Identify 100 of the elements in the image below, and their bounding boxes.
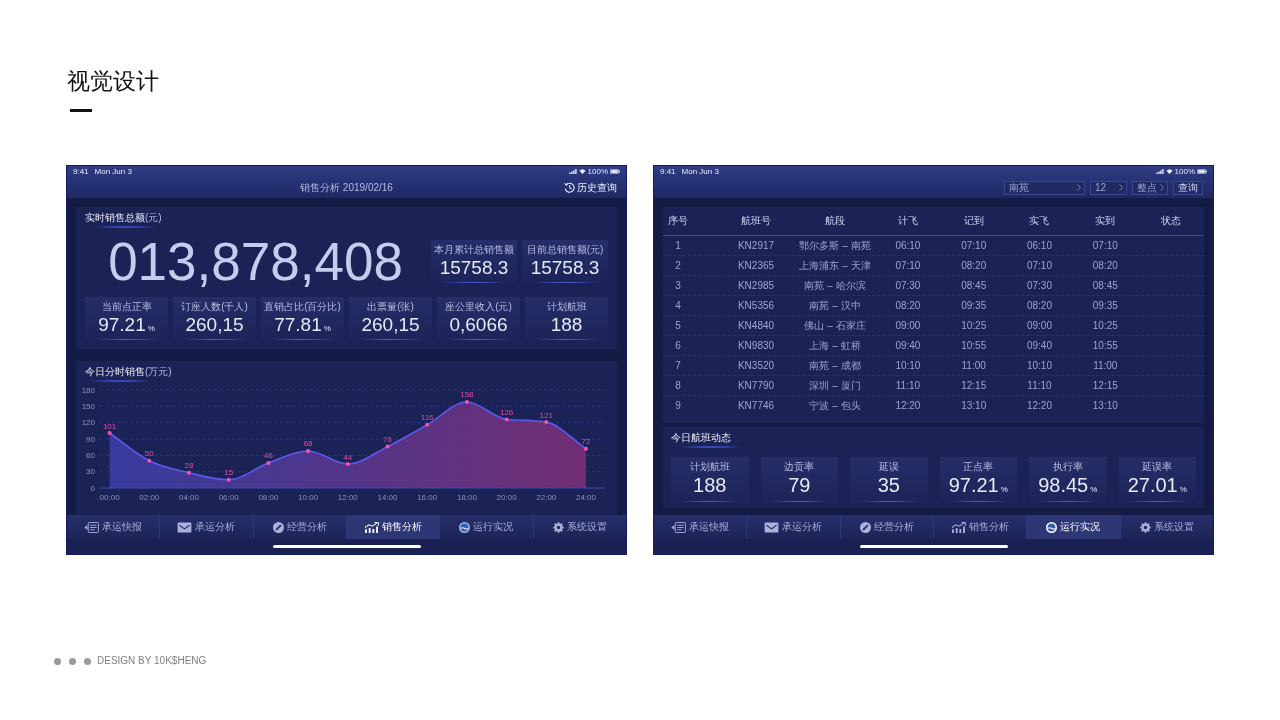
percent-sign: % [147, 323, 155, 335]
table-cell: 12:15 [1092, 379, 1118, 392]
table-cell: 5 [675, 319, 681, 332]
table-cell: 深圳 – 厦门 [809, 379, 861, 392]
kpi-label: 计划航班 [689, 461, 730, 473]
kpi-label: 出票量 [367, 301, 398, 313]
data-point [147, 458, 152, 463]
kpi-unit: (张) [397, 301, 414, 313]
percent-sign: % [1090, 484, 1098, 496]
column-header: 航班号 [741, 215, 771, 227]
table-cell: 08:45 [1092, 279, 1118, 292]
percent-sign: % [1000, 484, 1008, 496]
table-cell: 08:20 [1092, 259, 1118, 272]
axis-label: 180 [81, 385, 95, 395]
tab[interactable]: 承运快报 [654, 515, 747, 539]
battery-percent: 100% [587, 166, 608, 177]
kpi-value: 15758.3 [439, 256, 509, 279]
table-cell: 07:10 [961, 239, 987, 252]
table-cell: 12:15 [961, 379, 987, 392]
signal-icon [568, 169, 577, 174]
axis-label: 0 [90, 483, 95, 493]
kpi-label: 当前点正率 [101, 301, 152, 313]
query-button[interactable]: 查询 [1173, 180, 1203, 195]
kpi-value: 98.45 [1038, 473, 1089, 498]
kpi-value: 79 [788, 473, 811, 498]
dots-icon [54, 657, 91, 665]
data-point [345, 462, 350, 467]
column-header: 计飞 [897, 215, 918, 227]
table-cell: 4 [675, 299, 681, 312]
table-cell: 上海 – 虹桥 [809, 339, 861, 352]
kpi-label: 延误 [878, 461, 899, 473]
card-title: 实时销售总额 [85, 211, 145, 225]
axis-label: 10:00 [298, 493, 319, 502]
table-cell: 09:40 [1026, 339, 1052, 352]
tab[interactable]: 承运快报 [67, 515, 160, 539]
kpi-value: 188 [550, 313, 583, 336]
axis-label: 06:00 [218, 493, 239, 502]
battery-icon [610, 169, 620, 174]
settings-icon [552, 521, 564, 533]
table-cell: 09:40 [895, 339, 921, 352]
axis-label: 14:00 [377, 493, 398, 502]
axis-label: 18:00 [456, 493, 477, 502]
table-cell: 08:20 [895, 299, 921, 312]
axis-label: 120 [81, 418, 95, 428]
signal-icon [1155, 169, 1164, 174]
table-cell: 13:10 [961, 400, 987, 412]
dropdown[interactable]: 整点 [1132, 180, 1168, 195]
kpi-value: 77.81 [274, 313, 322, 336]
table-cell: 佛山 – 石家庄 [804, 319, 866, 332]
kpi-value: 27.01 [1127, 473, 1178, 498]
chevron-icon [1119, 184, 1123, 191]
card-unit: (元) [145, 211, 162, 225]
column-header: 序号 [668, 215, 688, 227]
status-time: 9:41 [73, 166, 89, 177]
kpi-value: 97.21 [948, 473, 999, 498]
history-button[interactable]: 历史查询 [564, 181, 617, 194]
data-point [187, 470, 191, 475]
dropdown[interactable]: 12 [1090, 180, 1127, 195]
tab[interactable]: 销售分析 [346, 515, 440, 539]
axis-label: 22:00 [536, 493, 557, 502]
table-cell: 12:20 [895, 400, 921, 412]
data-label: 76 [383, 435, 392, 445]
kpi-label: 座公里收入 [445, 301, 496, 313]
column-header: 实飞 [1029, 215, 1050, 227]
data-label: 15 [224, 468, 234, 478]
kpi-unit: (百分比) [304, 301, 341, 313]
table-cell: 10:55 [961, 339, 987, 352]
table-cell: 08:20 [1026, 299, 1052, 312]
bar-chart-icon [364, 521, 380, 533]
table-cell: KN2985 [737, 279, 775, 292]
table-cell: 鄂尔多斯 – 南苑 [799, 239, 871, 252]
column-header: 航段 [825, 215, 845, 227]
page-title: 视觉设计 [67, 68, 159, 94]
table-cell: 南苑 – 哈尔滨 [804, 279, 866, 292]
nav-title: 销售分析 2019/02/16 [300, 181, 393, 194]
table-cell: 南苑 – 成都 [809, 359, 861, 372]
card-title: 今日航班动态 [671, 431, 731, 445]
kpi-value: 260,15 [361, 313, 420, 336]
data-point [266, 460, 271, 465]
chevron-icon [1160, 184, 1164, 191]
accent-bar [70, 109, 92, 112]
table-cell: 南苑 – 汉中 [809, 299, 861, 312]
table-cell: 09:00 [895, 319, 921, 332]
axis-label: 04:00 [179, 493, 199, 502]
kpi-unit: (千人) [221, 301, 248, 313]
tab[interactable]: 运行实况 [1026, 515, 1120, 539]
table-cell: 06:10 [1026, 239, 1052, 252]
table-cell: KN7790 [737, 379, 775, 392]
data-point [464, 400, 469, 404]
data-point [306, 449, 311, 453]
kpi-label: 直销占比 [264, 301, 305, 313]
kpi-value: 188 [693, 473, 727, 498]
axis-label: 30 [86, 467, 95, 477]
table-cell: 10:25 [1092, 319, 1118, 332]
status-date: Mon Jun 3 [94, 166, 132, 177]
table-cell: 10:10 [895, 359, 921, 372]
kpi-label: 正点率 [963, 461, 994, 473]
kpi-label: 边贡率 [784, 461, 815, 473]
table-cell: KN7746 [737, 400, 775, 412]
dropdown[interactable]: 南苑 [1004, 180, 1085, 195]
